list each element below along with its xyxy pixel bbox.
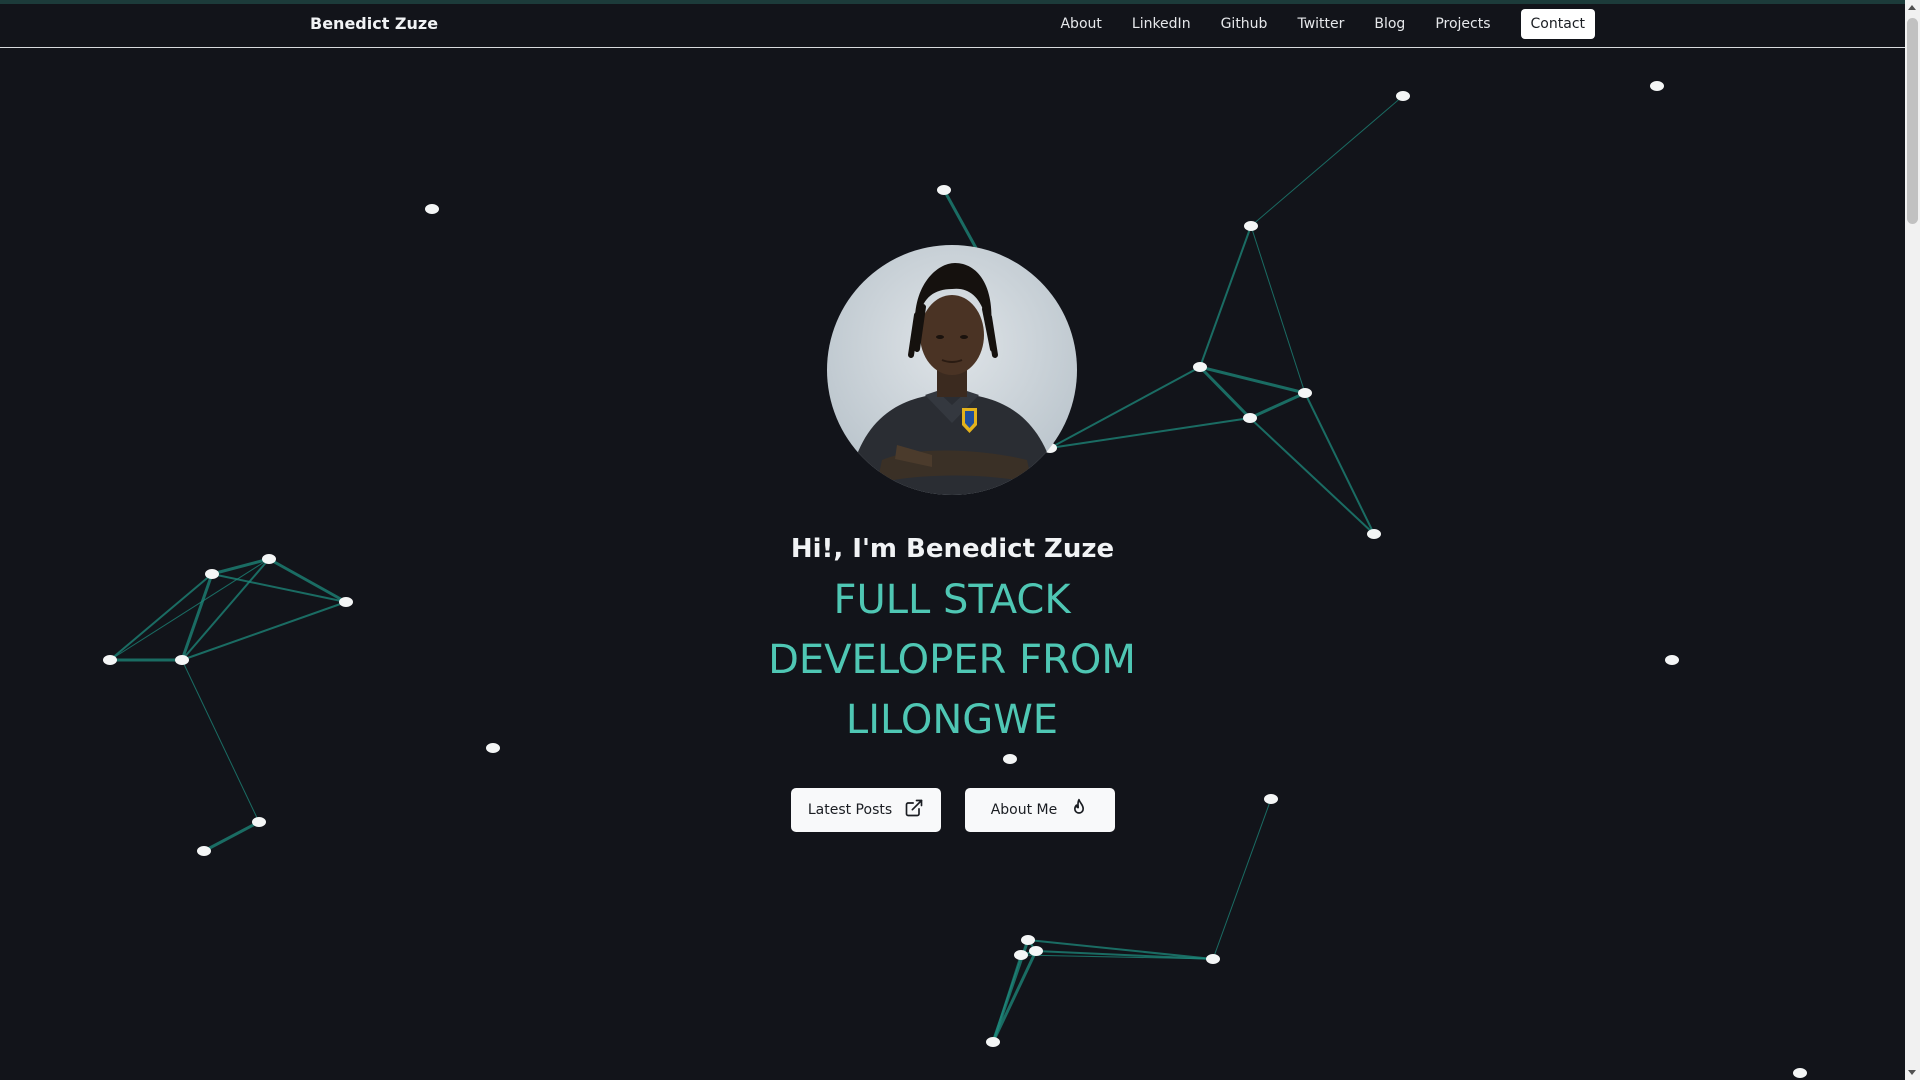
- latest-posts-button[interactable]: Latest Posts: [791, 788, 941, 832]
- external-link-icon: [904, 798, 924, 822]
- network-lines: [109, 95, 1404, 1043]
- contact-button[interactable]: Contact: [1520, 9, 1595, 39]
- particle-network-background: [103, 81, 1807, 1078]
- nav-link-twitter[interactable]: Twitter: [1297, 16, 1344, 32]
- nav-links: About LinkedIn Github Twitter Blog Proje…: [1030, 9, 1595, 39]
- nav-link-about[interactable]: About: [1060, 16, 1101, 32]
- brand-link[interactable]: Benedict Zuze: [310, 14, 438, 33]
- scroll-down-arrow-icon[interactable]: [1908, 1070, 1916, 1075]
- latest-posts-label: Latest Posts: [807, 802, 893, 818]
- profile-avatar: [827, 245, 1077, 495]
- nav-link-blog[interactable]: Blog: [1374, 16, 1405, 32]
- about-me-label: About Me: [990, 802, 1058, 818]
- navbar: Benedict Zuze About LinkedIn Github Twit…: [0, 4, 1905, 48]
- network-nodes: [103, 81, 1807, 1078]
- nav-link-projects[interactable]: Projects: [1435, 16, 1490, 32]
- page-scrollbar[interactable]: [1905, 0, 1920, 1080]
- scroll-up-arrow-icon[interactable]: [1908, 5, 1916, 10]
- about-me-button[interactable]: About Me: [965, 788, 1115, 832]
- scrollbar-thumb[interactable]: [1907, 18, 1918, 224]
- nav-link-github[interactable]: Github: [1221, 16, 1268, 32]
- nav-link-linkedin[interactable]: LinkedIn: [1132, 16, 1191, 32]
- flame-icon: [1069, 798, 1089, 822]
